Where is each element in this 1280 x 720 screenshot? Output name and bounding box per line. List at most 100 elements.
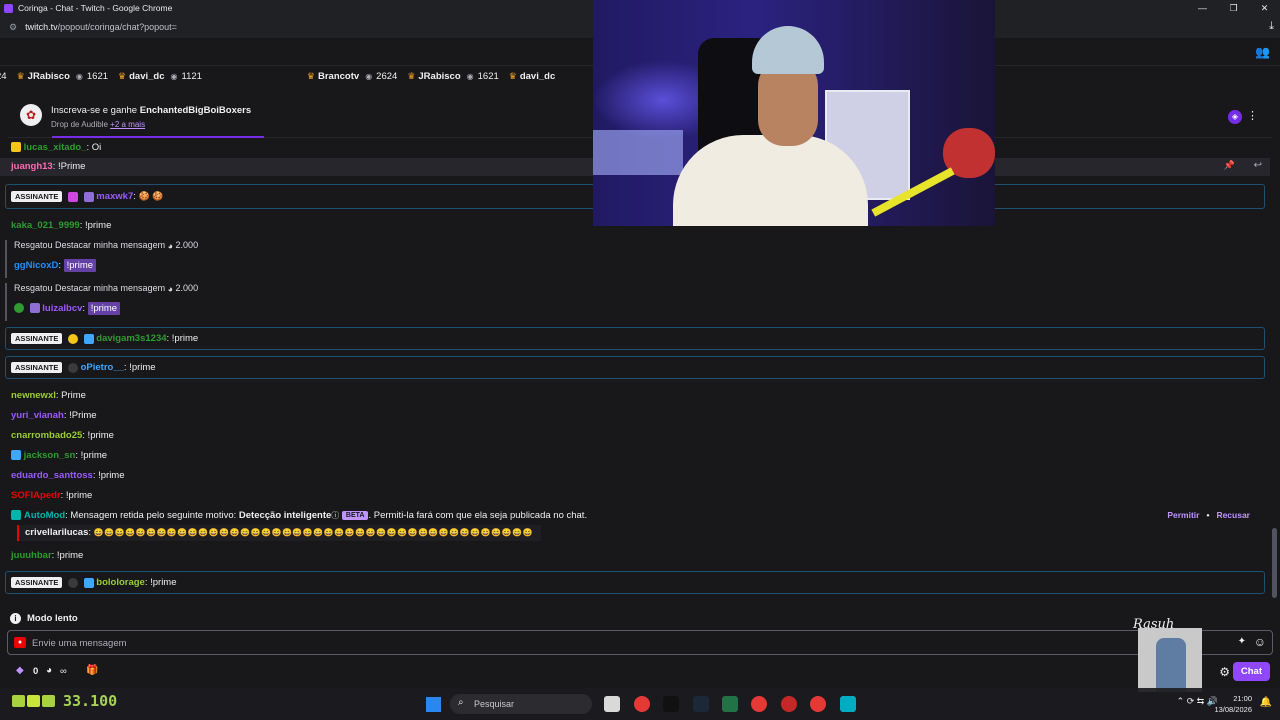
chat-message: juangh13: !Prime <box>11 161 85 172</box>
chat-username[interactable]: davigam3s1234 <box>96 333 166 344</box>
highlight-redemption[interactable]: Resgatou Destacar minha mensagem ◕ 2.000… <box>5 283 505 321</box>
more-options-icon[interactable]: ⋮ <box>1247 109 1258 122</box>
beta-badge: BETA <box>341 510 369 520</box>
emote-picker-icon[interactable]: ☺ <box>1254 635 1266 649</box>
chat-username[interactable]: eduardo_santtoss <box>11 470 93 481</box>
cheer-icon[interactable]: ✦ <box>1238 636 1246 647</box>
chat-username[interactable]: luizalbcv <box>42 303 82 314</box>
chat-input-box[interactable]: ● ✦ ☺ <box>7 630 1273 655</box>
chat-message[interactable]: juuuhbar: !prime <box>11 550 83 561</box>
drop-more-link[interactable]: +2 a mais <box>110 120 145 129</box>
close-button[interactable]: ✕ <box>1249 0 1280 16</box>
chat-username[interactable]: lucas_xitado_ <box>24 142 87 153</box>
ticker-item[interactable]: ♛ davi_dc <box>509 71 555 82</box>
chat-scrollbar[interactable] <box>1272 528 1277 598</box>
subscriber-message[interactable]: ASSINANTE bololorage: !prime <box>5 571 1265 594</box>
redemption-cost: 2.000 <box>175 240 199 250</box>
chat-username[interactable]: yuri_vianah <box>11 410 64 421</box>
ticker-item[interactable]: 24 <box>0 71 7 82</box>
chat-username[interactable]: newnewxl <box>11 390 56 401</box>
minimize-button[interactable]: — <box>1187 0 1218 16</box>
drop-reward: EnchantedBigBoiBoxers <box>139 105 252 116</box>
highlight-redemption[interactable]: Resgatou Destacar minha mensagem ◕ 2.000… <box>5 240 505 278</box>
url-text[interactable]: twitch.tv/popout/coringa/chat?popout= <box>25 22 177 32</box>
redemption-label: Resgatou Destacar minha mensagem <box>14 283 166 293</box>
chat-send-button[interactable]: Chat <box>1232 662 1270 681</box>
chat-message: ggNicoxD: !prime <box>14 258 505 272</box>
chat-username[interactable]: bololorage <box>96 577 145 588</box>
drop-subtitle: Drop de Audible +2 a mais <box>51 120 145 129</box>
crown-icon: ♛ <box>118 70 127 81</box>
subscriber-message[interactable]: ASSINANTE oPietro__: !prime <box>5 356 1265 379</box>
restore-button[interactable]: ❐ <box>1218 0 1249 16</box>
chat-message[interactable]: yuri_vianah: !Prime <box>11 410 97 421</box>
chat-username[interactable]: juuuhbar <box>11 550 52 561</box>
ticker-item[interactable]: ♛ davi_dc ◉ 1121 <box>118 71 202 82</box>
badge-icon <box>67 577 78 588</box>
ticker-item[interactable]: ♛ Brancotv ◉ 2624 <box>307 71 397 82</box>
tiktok-icon[interactable] <box>663 696 679 712</box>
file-explorer-icon[interactable] <box>604 696 620 712</box>
chat-username[interactable]: oPietro__ <box>81 362 124 373</box>
settings-icon[interactable]: ⚙ <box>1219 665 1230 679</box>
chat-message[interactable]: SOFIApedr: !prime <box>11 490 92 501</box>
chat-message[interactable]: jackson_sn: !prime <box>11 450 107 461</box>
chrome-icon[interactable] <box>810 696 826 712</box>
steam-icon[interactable] <box>693 696 709 712</box>
chat-username[interactable]: SOFIApedr <box>11 490 61 501</box>
chrome-icon[interactable] <box>634 696 650 712</box>
chat-username[interactable]: ggNicoxD <box>14 260 58 271</box>
badge-icon <box>67 362 78 373</box>
bits-icon[interactable]: ◆ <box>16 665 24 676</box>
pin-icon[interactable]: 📌 <box>1224 160 1235 171</box>
crown-icon: ♛ <box>407 70 416 81</box>
bits-count: 0 <box>33 666 39 677</box>
automod-actions: Permitir • Recusar <box>1167 510 1250 520</box>
allow-button[interactable]: Permitir <box>1167 510 1199 520</box>
excel-icon[interactable] <box>722 696 738 712</box>
app-icon[interactable] <box>840 696 856 712</box>
info-icon[interactable]: ⓘ <box>331 511 339 520</box>
ticker-item[interactable]: ♛ JRabisco ◉ 1621 <box>407 71 498 82</box>
drops-gem-icon[interactable]: ◈ <box>1228 110 1242 124</box>
chat-username[interactable]: jackson_sn <box>24 450 76 461</box>
chat-message[interactable]: eduardo_santtoss: !prime <box>11 470 125 481</box>
ticker-item[interactable]: ♛ JRabisco ◉ 1621 <box>17 71 108 82</box>
chat-message[interactable]: cnarrombado25: !prime <box>11 430 114 441</box>
automod-reason: Detecção inteligente <box>238 510 332 521</box>
site-info-icon[interactable]: ⚙ <box>9 22 17 33</box>
taskbar-search[interactable]: ⌕ Pesquisar <box>450 694 592 714</box>
gift-icon[interactable]: 🎁 <box>86 665 98 676</box>
chat-username[interactable]: juangh13 <box>11 161 53 172</box>
community-icon[interactable]: 👥 <box>1255 45 1270 59</box>
taskbar-clock[interactable]: 21:00 13/08/2026 <box>1214 693 1252 715</box>
subscriber-badge: ASSINANTE <box>11 362 63 373</box>
chat-message[interactable]: kaka_021_9999: !prime <box>11 220 111 231</box>
overlay-block-icon <box>42 695 55 707</box>
system-tray[interactable]: ⌃ ⟳ ⇆ 🔊 <box>1177 696 1218 707</box>
subscriber-message[interactable]: ASSINANTE davigam3s1234: !prime <box>5 327 1265 350</box>
notification-bell-icon[interactable]: 🔔 <box>1260 697 1272 708</box>
viewers-icon: ◉ <box>365 71 373 81</box>
chat-username[interactable]: maxwk7 <box>96 191 133 202</box>
twitch-favicon-icon <box>4 3 13 13</box>
camera-icon: ● <box>14 637 26 648</box>
reply-icon[interactable]: ↩ <box>1254 160 1262 171</box>
channel-points-icon[interactable]: ◕ <box>46 665 52 676</box>
ticker-count: 2624 <box>376 70 398 82</box>
chat-message[interactable]: newnewxl: Prime <box>11 390 86 401</box>
chrome-icon[interactable] <box>751 696 767 712</box>
download-icon[interactable]: ⤓ <box>1269 20 1274 33</box>
record-icon[interactable] <box>781 696 797 712</box>
subscriber-badge: ASSINANTE <box>11 577 63 588</box>
chat-text: : Oi <box>86 142 102 153</box>
window-title: Coringa - Chat - Twitch - Google Chrome <box>18 3 173 13</box>
chat-message[interactable]: lucas_xitado_: Oi <box>11 142 101 153</box>
windows-start-icon[interactable] <box>426 697 441 712</box>
chat-input[interactable] <box>32 635 1132 651</box>
automod-notice: AutoMod: Mensagem retida pelo seguinte m… <box>11 510 587 521</box>
deny-button[interactable]: Recusar <box>1216 510 1250 520</box>
chat-username[interactable]: cnarrombado25 <box>11 430 82 441</box>
chat-username[interactable]: kaka_021_9999 <box>11 220 80 231</box>
slow-mode-label: Modo lento <box>27 613 78 624</box>
